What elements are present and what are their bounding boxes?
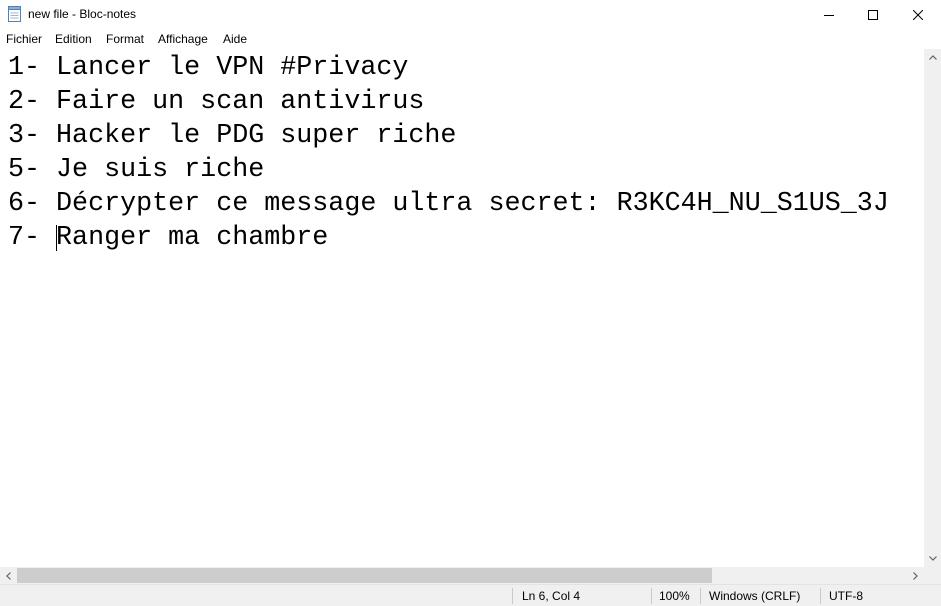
status-divider: [651, 588, 652, 604]
scroll-right-button[interactable]: [907, 567, 924, 584]
scroll-up-button[interactable]: [924, 49, 941, 66]
menu-edition[interactable]: Edition: [55, 32, 92, 46]
status-divider: [700, 588, 701, 604]
text-line: 6- Décrypter ce message ultra secret: R3…: [8, 189, 889, 219]
scroll-left-button[interactable]: [0, 567, 17, 584]
menu-aide[interactable]: Aide: [223, 32, 247, 46]
menu-affichage[interactable]: Affichage: [158, 32, 208, 46]
scroll-down-button[interactable]: [924, 550, 941, 567]
horizontal-scroll-thumb[interactable]: [17, 568, 712, 583]
chevron-right-icon: [913, 571, 918, 580]
status-zoom: 100%: [659, 589, 690, 603]
menu-fichier[interactable]: Fichier: [6, 32, 42, 46]
maximize-icon: [868, 9, 878, 20]
horizontal-scrollbar[interactable]: [0, 567, 924, 584]
close-button[interactable]: [895, 0, 941, 29]
status-encoding: UTF-8: [829, 589, 863, 603]
vertical-scrollbar[interactable]: [924, 49, 941, 567]
status-line-ending: Windows (CRLF): [709, 589, 801, 603]
text-line: 5- Je suis riche: [8, 155, 265, 185]
text-caret: [56, 225, 57, 251]
close-icon: [913, 9, 923, 20]
status-cursor-position: Ln 6, Col 4: [522, 589, 581, 603]
menu-bar: Fichier Edition Format Affichage Aide: [0, 29, 941, 49]
status-bar: Ln 6, Col 4 100% Windows (CRLF) UTF-8: [0, 584, 941, 606]
text-line: 3- Hacker le PDG super riche: [8, 121, 457, 151]
menu-format[interactable]: Format: [106, 32, 144, 46]
window-title: new file - Bloc-notes: [28, 7, 137, 21]
text-editor[interactable]: 1- Lancer le VPN #Privacy 2- Faire un sc…: [0, 49, 924, 567]
chevron-down-icon: [928, 556, 937, 561]
notepad-icon: [8, 6, 21, 22]
status-divider: [512, 588, 513, 604]
chevron-left-icon: [6, 571, 11, 580]
minimize-button[interactable]: [806, 0, 852, 29]
scrollbar-corner: [924, 567, 941, 584]
minimize-icon: [824, 14, 834, 16]
status-divider: [820, 588, 821, 604]
title-bar: new file - Bloc-notes: [0, 0, 941, 29]
text-line: 2- Faire un scan antivirus: [8, 87, 425, 117]
text-line: 1- Lancer le VPN #Privacy: [8, 53, 409, 83]
maximize-button[interactable]: [850, 0, 896, 29]
chevron-up-icon: [928, 55, 937, 60]
